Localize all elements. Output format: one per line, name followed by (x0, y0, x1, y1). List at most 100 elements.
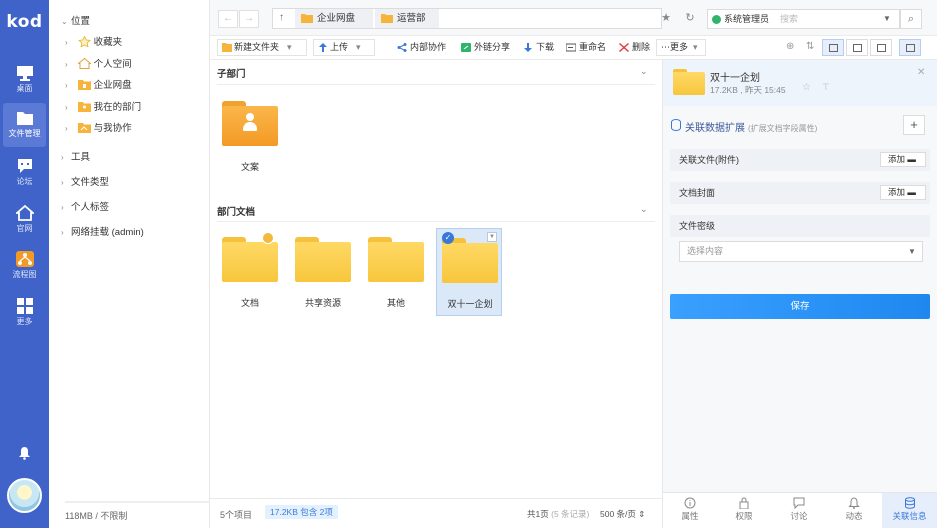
add-field-button[interactable]: + (903, 115, 925, 135)
new-folder-button[interactable]: 新建文件夹 ▾ (217, 39, 307, 56)
pin-icon[interactable]: ⊤ (822, 82, 830, 93)
bell-icon[interactable] (18, 446, 31, 460)
folder-label: 文案 (240, 162, 259, 172)
tree-item-enterprise[interactable]: › 企业网盘 (65, 76, 132, 96)
forward-button[interactable]: → (239, 10, 259, 28)
tab-activity[interactable]: 动态 (827, 493, 881, 528)
panel-title: 双十一企划 (710, 73, 760, 84)
enterprise-folder-icon (77, 80, 91, 90)
caret-down-icon[interactable]: ▼ (487, 232, 497, 242)
grid-icon (16, 298, 33, 314)
enterprise-folder-icon (301, 14, 313, 23)
caret-down-icon: ▼ (908, 247, 916, 256)
caret-updown-icon: ⇕ (638, 509, 646, 519)
breadcrumb-department[interactable]: 运营部 (375, 9, 439, 28)
folder-icon (295, 237, 351, 283)
folder-icon (673, 69, 705, 95)
panel-icon (906, 44, 915, 52)
download-button[interactable]: 下载 (522, 39, 554, 56)
tree-group-tags[interactable]: › 个人标签 (61, 198, 109, 218)
search-input[interactable]: 搜索 (780, 10, 798, 28)
field-secret-level: 文件密级 (670, 215, 930, 237)
refresh-icon[interactable]: ↻ (682, 10, 698, 26)
caret-down-icon[interactable]: ▾ (356, 42, 361, 52)
user-avatar[interactable] (7, 478, 42, 513)
section-title: 关联数据扩展 (扩展文档字段属性) (685, 123, 818, 134)
chevron-down-icon: ⌄ (61, 17, 68, 26)
kod-logo[interactable]: kod (0, 12, 49, 32)
tree-item-my-department[interactable]: › 我在的部门 (65, 98, 141, 118)
folder-item-selected[interactable]: ✓ ▼ 双十一企划 (436, 228, 502, 316)
chevron-right-icon: › (65, 124, 68, 133)
caret-down-icon[interactable]: ▼ (883, 10, 891, 28)
folder-item[interactable]: 其他 (363, 228, 429, 316)
rename-button[interactable]: 重命名 (565, 39, 606, 56)
add-cover-button[interactable]: 添加 ▬ (880, 185, 926, 200)
toggle-panel-button[interactable] (899, 39, 921, 56)
sort-icon[interactable]: ⇅ (806, 41, 814, 52)
upload-button[interactable]: 上传 ▾ (313, 39, 375, 56)
rail-label: 桌面 (16, 84, 33, 93)
more-actions-button[interactable]: ⋯更多 ▾ (656, 39, 706, 56)
chevron-down-icon[interactable]: ⌄ (640, 204, 648, 215)
tree-root[interactable]: ⌄ 位置 (61, 12, 90, 32)
folder-item[interactable]: 文案 (217, 92, 283, 180)
folder-label: 文档 (240, 298, 259, 308)
tree-group-network-mount[interactable]: › 网络挂载 (admin) (61, 223, 144, 243)
address-bar[interactable]: ↑ 企业网盘 运营部 (272, 8, 662, 29)
chevron-right-icon: › (61, 203, 64, 212)
collab-button[interactable]: 内部协作 (396, 39, 446, 56)
search-button[interactable]: ⌕ (900, 9, 922, 29)
storage-usage: 118MB / 不限制 (65, 511, 128, 521)
rail-item-website[interactable]: 官网 (3, 198, 46, 242)
breadcrumb-enterprise[interactable]: 企业网盘 (295, 9, 373, 28)
star-icon[interactable]: ★ (658, 10, 674, 26)
tab-permissions[interactable]: 权限 (717, 493, 771, 528)
view-split-button[interactable] (870, 39, 892, 56)
tab-discussion[interactable]: 讨论 (772, 493, 826, 528)
add-attachment-button[interactable]: 添加 ▬ (880, 152, 926, 167)
tree-item-favorites[interactable]: › 收藏夹 (65, 33, 122, 53)
rail-item-forum[interactable]: 论坛 (3, 151, 46, 195)
secret-level-select[interactable]: 选择内容 ▼ (679, 241, 923, 262)
folder-item[interactable]: 文档 (217, 228, 283, 316)
collab-folder-icon (77, 123, 91, 133)
rename-icon (566, 43, 576, 52)
caret-down-icon[interactable]: ▾ (287, 42, 292, 52)
up-arrow-icon[interactable]: ↑ (279, 12, 284, 23)
rail-item-files[interactable]: 文件管理 (3, 103, 46, 147)
tab-related-info[interactable]: 关联信息 (882, 493, 937, 528)
star-icon[interactable]: ☆ (802, 82, 811, 93)
rail-item-flowchart[interactable]: 流程图 (3, 244, 46, 288)
folder-label: 共享资源 (304, 298, 341, 308)
external-share-button[interactable]: 外链分享 (460, 39, 510, 56)
property-panel: 双十一企划 17.2KB , 昨天 15:45 ☆ ⊤ ✕ 关联数据扩展 (扩展文… (662, 60, 937, 528)
view-list-button[interactable] (846, 39, 868, 56)
folder-icon (442, 238, 498, 284)
tree-group-filetypes[interactable]: › 文件类型 (61, 173, 109, 193)
tab-properties[interactable]: 属性 (663, 493, 717, 528)
rail-item-more[interactable]: 更多 (3, 291, 46, 335)
delete-button[interactable]: 删除 (618, 39, 650, 56)
scope-selector[interactable]: 系统管理员 搜索 ▼ (707, 9, 900, 29)
rail-item-desktop[interactable]: 桌面 (3, 58, 46, 102)
back-button[interactable]: ← (218, 10, 238, 28)
rail-label: 更多 (16, 317, 33, 326)
save-button[interactable]: 保存 (670, 294, 930, 319)
tree-item-collab[interactable]: › 与我协作 (65, 119, 132, 139)
folder-item[interactable]: 共享资源 (290, 228, 356, 316)
tree-group-tools[interactable]: › 工具 (61, 148, 90, 168)
caret-down-icon[interactable]: ▾ (693, 42, 698, 52)
link-share-icon (461, 43, 471, 52)
close-icon[interactable]: ✕ (917, 67, 925, 78)
rail-label: 官网 (16, 224, 33, 233)
view-grid-button[interactable] (822, 39, 844, 56)
check-icon[interactable]: ✓ (442, 232, 454, 244)
monitor-icon (16, 66, 33, 81)
tree-item-personal[interactable]: › 个人空间 (65, 55, 132, 75)
top-toolbar: ← → ↑ 企业网盘 运营部 ★ ↻ 系统管理员 搜索 ▼ ⌕ (210, 0, 937, 36)
chevron-down-icon[interactable]: ⌄ (640, 66, 648, 77)
chevron-right-icon: › (65, 103, 68, 112)
zoom-icon[interactable]: ⊕ (786, 41, 794, 52)
per-page-selector[interactable]: 500 条/页 ⇕ (600, 508, 645, 520)
